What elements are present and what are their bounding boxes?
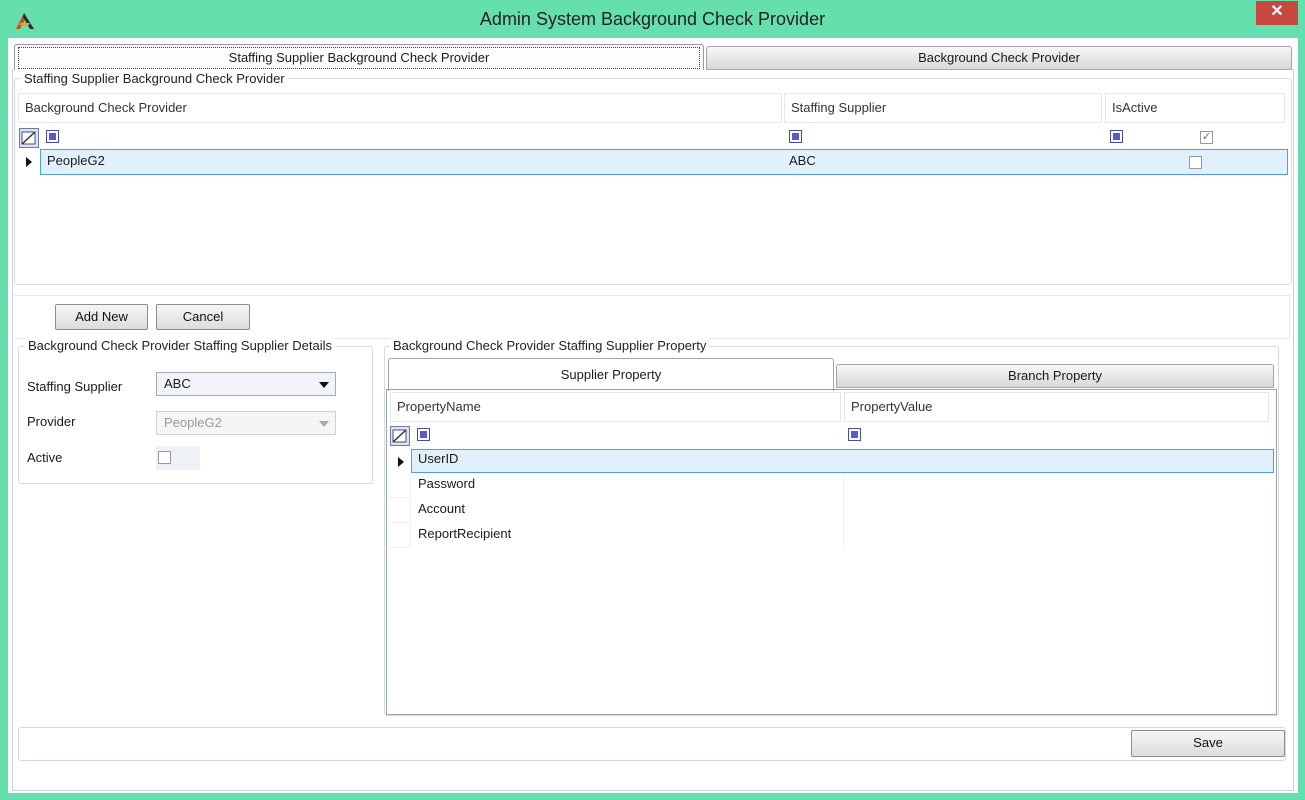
cell-provider[interactable]: PeopleG2	[47, 153, 105, 168]
filter-provider-icon[interactable]	[46, 130, 59, 143]
column-divider	[843, 474, 844, 549]
provider-value: PeopleG2	[164, 415, 222, 430]
property-name-cell[interactable]: UserID	[418, 451, 458, 466]
window-title: Admin System Background Check Provider	[479, 9, 826, 29]
table-row[interactable]	[411, 449, 1274, 473]
tab-staffing-supplier-provider[interactable]: Staffing Supplier Background Check Provi…	[14, 44, 704, 70]
staffing-supplier-value: ABC	[164, 376, 191, 391]
filter-supplier-icon[interactable]	[789, 130, 802, 143]
staffing-supplier-select[interactable]: ABC	[156, 372, 336, 396]
tab-background-check-provider[interactable]: Background Check Provider	[706, 46, 1292, 70]
row-header[interactable]	[389, 474, 411, 498]
filter-isactive-icon[interactable]	[1110, 130, 1123, 143]
col-header-property-value[interactable]: PropertyValue	[844, 392, 1269, 422]
col-header-supplier[interactable]: Staffing Supplier	[784, 93, 1102, 123]
grid-group-label: Staffing Supplier Background Check Provi…	[21, 71, 288, 86]
active-checkbox[interactable]	[158, 451, 171, 464]
chevron-down-icon	[319, 421, 329, 427]
provider-label: Provider	[27, 414, 76, 429]
row-pointer-icon	[396, 457, 406, 467]
add-new-button[interactable]: Add New	[55, 304, 148, 330]
row-header[interactable]	[389, 524, 411, 548]
col-header-property-name[interactable]: PropertyName	[390, 392, 841, 422]
tab-branch-property[interactable]: Branch Property	[836, 364, 1274, 388]
filter-property-name-icon[interactable]	[417, 428, 430, 441]
chevron-down-icon	[319, 382, 329, 388]
row-pointer-icon	[24, 157, 34, 167]
filter-property-value-icon[interactable]	[848, 428, 861, 441]
bottom-bar	[18, 727, 1286, 761]
details-group-label: Background Check Provider Staffing Suppl…	[25, 338, 335, 353]
table-row[interactable]	[40, 149, 1288, 175]
active-label: Active	[27, 450, 63, 465]
save-button[interactable]: Save	[1131, 730, 1285, 757]
tab-supplier-property[interactable]: Supplier Property	[388, 358, 834, 391]
filter-isactive-checkbox[interactable]: ✓	[1200, 131, 1213, 144]
col-header-isactive[interactable]: IsActive	[1105, 93, 1285, 123]
cell-supplier[interactable]: ABC	[789, 153, 816, 168]
clear-filter-icon[interactable]	[390, 426, 410, 446]
clear-filter-icon[interactable]	[19, 128, 39, 148]
property-group-label: Background Check Provider Staffing Suppl…	[390, 338, 710, 353]
property-name-cell[interactable]: ReportRecipient	[418, 526, 511, 541]
col-header-provider[interactable]: Background Check Provider	[18, 93, 782, 123]
property-name-cell[interactable]: Password	[418, 476, 475, 491]
staffing-supplier-label: Staffing Supplier	[27, 379, 123, 394]
property-grid	[386, 389, 1277, 715]
cell-isactive-checkbox[interactable]	[1189, 156, 1202, 169]
close-button[interactable]: ✕	[1256, 1, 1298, 25]
tab-label: Staffing Supplier Background Check Provi…	[18, 47, 700, 69]
provider-select: PeopleG2	[156, 411, 336, 435]
property-name-cell[interactable]: Account	[418, 501, 465, 516]
row-header[interactable]	[389, 499, 411, 523]
cancel-button[interactable]: Cancel	[156, 304, 250, 330]
